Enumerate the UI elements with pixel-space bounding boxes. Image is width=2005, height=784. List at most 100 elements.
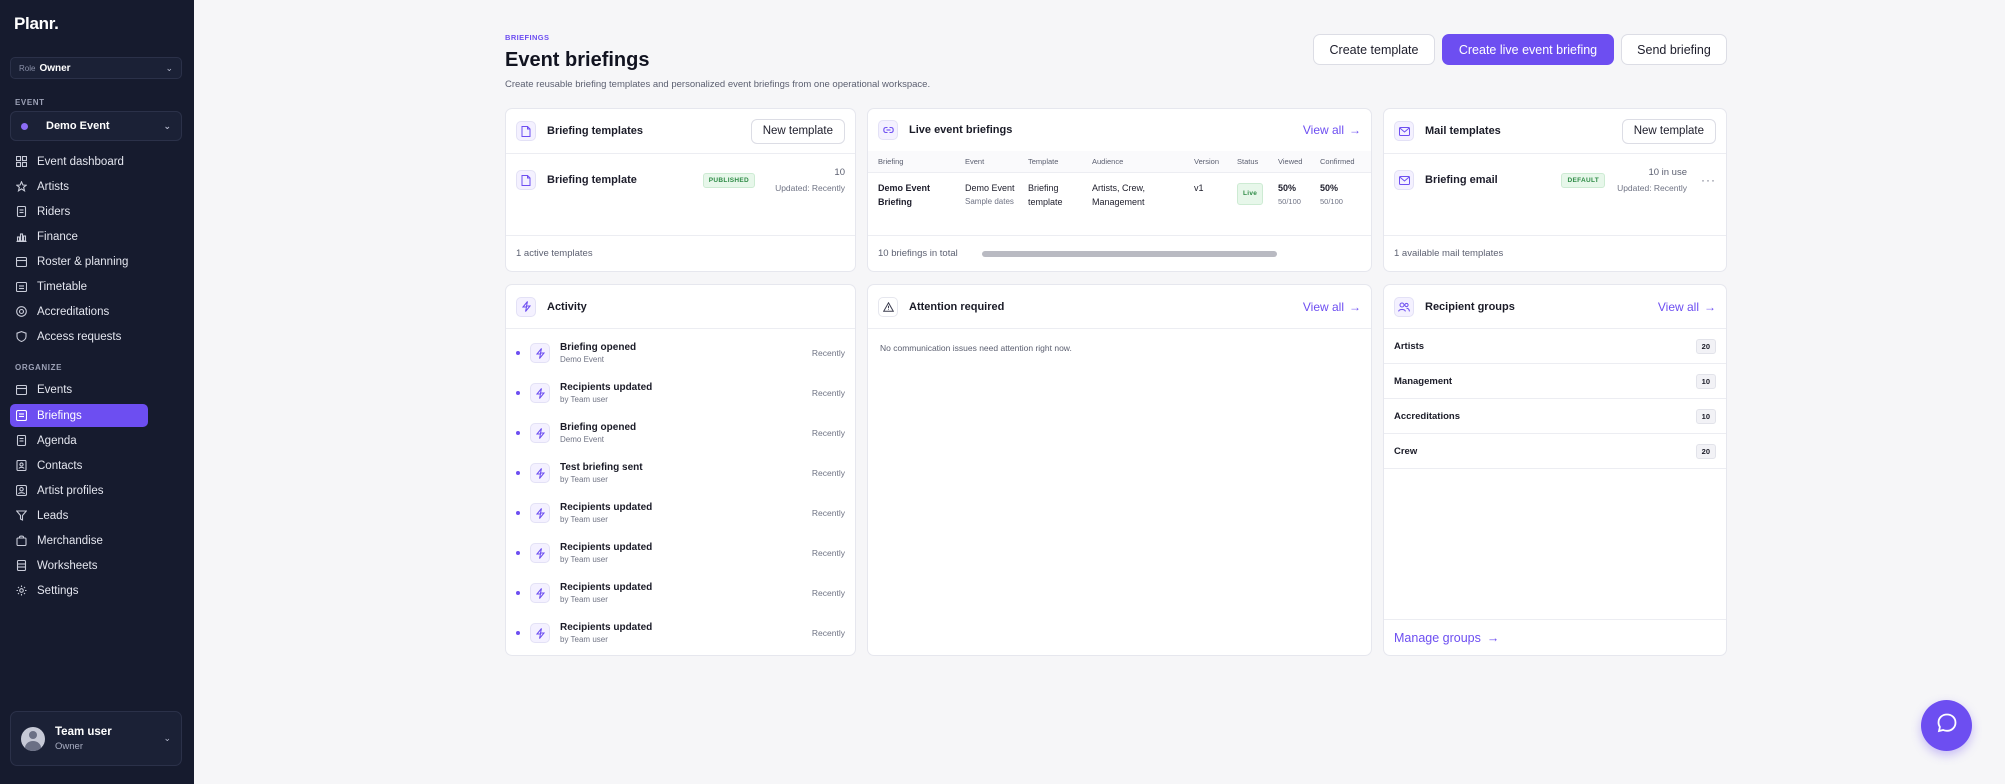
view-all-link[interactable]: View all →	[1303, 300, 1361, 314]
nav-finance[interactable]: Finance	[10, 225, 148, 248]
activity-title: Recipients updated	[560, 622, 653, 633]
avatar	[21, 726, 45, 751]
lightning-icon	[530, 543, 550, 563]
more-options-icon[interactable]: ···	[1701, 173, 1716, 187]
card-header: Attention required View all →	[868, 285, 1371, 329]
activity-subtitle: by Team user	[560, 555, 608, 564]
nav-access-requests[interactable]: Access requests	[10, 325, 148, 348]
group-name: Management	[1394, 375, 1453, 387]
chart-icon	[15, 231, 27, 243]
app-logo[interactable]: Planr.	[14, 14, 59, 34]
nav-agenda[interactable]: Agenda	[10, 429, 148, 452]
create-live-briefing-button[interactable]: Create live event briefing	[1442, 34, 1614, 65]
new-template-button[interactable]: New template	[750, 118, 845, 144]
event-cell: Demo Event Sample dates	[955, 172, 1018, 209]
unread-dot-icon	[516, 471, 520, 475]
activity-title: Recipients updated	[560, 582, 653, 593]
list-item[interactable]: Briefing template PUBLISHED 10 Updated: …	[516, 167, 845, 193]
nav-label: Roster & planning	[37, 255, 129, 268]
event-select[interactable]: Demo Event ⌄	[10, 111, 182, 141]
activity-time: Recently	[811, 388, 845, 398]
lightning-icon	[530, 583, 550, 603]
nav-artists[interactable]: Artists	[10, 175, 148, 198]
nav-roster-planning[interactable]: Roster & planning	[10, 250, 148, 273]
chevron-down-icon: ⌄	[165, 62, 173, 73]
group-row[interactable]: Management 10	[1384, 364, 1726, 399]
activity-item[interactable]: Recipients updated by Team user Recently	[506, 373, 855, 413]
event-dot-icon	[21, 122, 28, 130]
view-all-link[interactable]: View all →	[1303, 123, 1361, 137]
create-template-button[interactable]: Create template	[1313, 34, 1435, 65]
arrow-right-icon: →	[1349, 299, 1361, 314]
calendar-icon	[15, 256, 27, 268]
list-item[interactable]: Briefing email DEFAULT 10 in use Updated…	[1394, 167, 1716, 193]
group-row[interactable]: Crew 20	[1384, 434, 1726, 469]
template-name: Briefing template	[547, 174, 637, 186]
activity-item[interactable]: Test briefing sent by Team user Recently	[506, 453, 855, 493]
page-subtitle: Create reusable briefing templates and p…	[505, 79, 931, 90]
nav-label: Events	[37, 383, 73, 396]
briefings-table: Briefing Event Template Audience Version…	[868, 151, 1371, 209]
send-briefing-button[interactable]: Send briefing	[1621, 34, 1727, 65]
activity-item[interactable]: Briefing opened Demo Event Recently	[506, 333, 855, 373]
activity-item[interactable]: Recipients updated by Team user Recently	[506, 533, 855, 573]
new-mail-template-button[interactable]: New template	[1621, 118, 1716, 144]
briefing-name[interactable]: Demo Event Briefing	[868, 172, 955, 209]
chat-button[interactable]	[1921, 700, 1972, 751]
arrow-right-icon: →	[1704, 299, 1716, 314]
group-row[interactable]: Accreditations 10	[1384, 399, 1726, 434]
arrow-right-icon: →	[1349, 123, 1361, 137]
nav-briefings[interactable]: Briefings	[10, 404, 148, 427]
activity-item[interactable]: Recipients updated by Team user Recently	[506, 573, 855, 613]
activity-time: Recently	[811, 428, 845, 438]
activity-item[interactable]: Recipients updated by Team user Recently	[506, 613, 855, 653]
viewed-count: 50/100	[1278, 196, 1301, 206]
view-all-link[interactable]: View all →	[1658, 300, 1716, 314]
nav-event-dashboard[interactable]: Event dashboard	[10, 150, 148, 173]
nav-accreditations[interactable]: Accreditations	[10, 300, 148, 323]
event-select-value: Demo Event	[46, 120, 110, 132]
chevron-down-icon: ⌄	[163, 120, 171, 131]
role-select[interactable]: Role Owner ⌄	[10, 57, 182, 79]
card-footer: Manage groups →	[1384, 619, 1726, 655]
group-count: 10	[1695, 408, 1716, 424]
table-row[interactable]: Demo Event Briefing Demo Event Sample da…	[868, 172, 1371, 209]
nav-merchandise[interactable]: Merchandise	[10, 529, 148, 552]
nav-leads[interactable]: Leads	[10, 504, 148, 527]
lightning-icon	[530, 463, 550, 483]
agenda-icon	[15, 435, 27, 447]
sheet-icon	[15, 560, 27, 572]
chat-bubble-icon	[1936, 712, 1958, 739]
activity-item[interactable]: Briefing opened Demo Event Recently	[506, 413, 855, 453]
breadcrumb: BRIEFINGS	[505, 33, 550, 42]
column-header: Template	[1018, 151, 1082, 173]
nav-label: Briefings	[37, 409, 82, 422]
manage-groups-link[interactable]: Manage groups →	[1394, 631, 1499, 645]
nav-settings[interactable]: Settings	[10, 579, 148, 602]
confirmed-percent: 50%	[1320, 182, 1339, 193]
lightning-icon	[530, 423, 550, 443]
card-footer: 10 briefings in total	[868, 235, 1371, 271]
nav-riders[interactable]: Riders	[10, 200, 148, 223]
nav-events[interactable]: Events	[10, 378, 148, 401]
nav-contacts[interactable]: Contacts	[10, 454, 148, 477]
nav-artist-profiles[interactable]: Artist profiles	[10, 479, 148, 502]
gear-icon	[15, 585, 27, 597]
funnel-icon	[15, 510, 27, 522]
activity-title: Recipients updated	[560, 382, 653, 393]
warning-icon	[878, 296, 898, 317]
activity-item[interactable]: Recipients updated by Team user Recently	[506, 493, 855, 533]
unread-dot-icon	[516, 351, 520, 355]
event-name: Demo Event	[965, 182, 1015, 193]
group-row[interactable]: Artists 20	[1384, 329, 1726, 364]
nav-label: Riders	[37, 205, 71, 218]
nav-worksheets[interactable]: Worksheets	[10, 554, 148, 577]
viewed-cell: 50% 50/100	[1268, 172, 1310, 209]
shield-icon	[15, 331, 27, 343]
nav-timetable[interactable]: Timetable	[10, 275, 148, 298]
mail-icon	[1394, 170, 1414, 190]
mail-template-usage: 10 in use	[1648, 167, 1687, 178]
card-header: Live event briefings View all →	[868, 109, 1371, 151]
user-menu[interactable]: Team user Owner ⌄	[10, 711, 182, 766]
horizontal-scrollbar[interactable]	[981, 250, 1277, 257]
